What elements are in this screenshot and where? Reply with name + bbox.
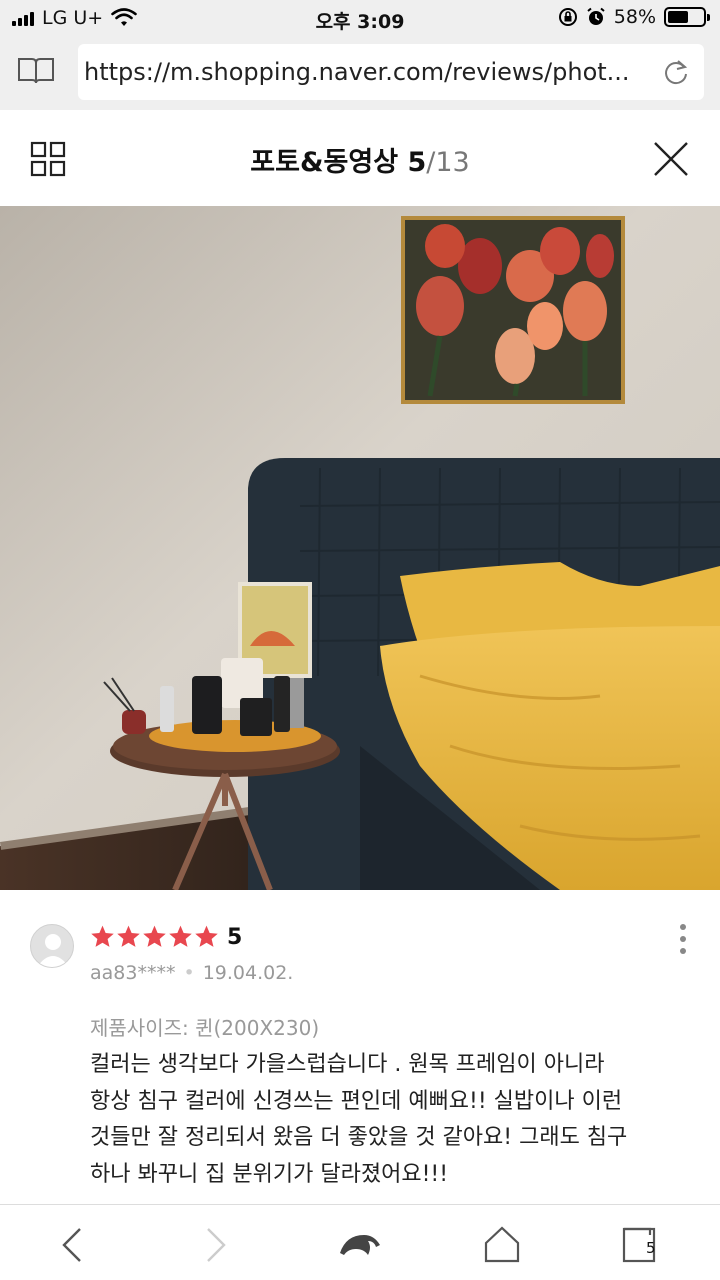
review-card: 5 aa83**** • 19.04.02. 제품사이즈: 퀸(200X230) 컬… (0, 890, 720, 1204)
review-body: 컬러는 생각보다 가을스럽습니다 . 원목 프레임이 아니라 항상 침구 컬러에… (90, 1047, 700, 1193)
battery-fill (668, 11, 688, 23)
reload-icon[interactable] (662, 58, 690, 86)
bedroom-photo (0, 206, 720, 890)
star-icon (143, 925, 166, 947)
review-photo[interactable] (0, 206, 720, 890)
page-title: 포토&동영상 5/13 (0, 140, 720, 179)
viewer-title: 포토&동영상 (250, 147, 399, 178)
product-option: 제품사이즈: 퀸(200X230) (90, 1016, 320, 1040)
home-icon[interactable] (480, 1223, 524, 1267)
tabs-button[interactable]: 5 (620, 1223, 664, 1267)
star-icon (195, 925, 218, 947)
review-line: 컬러는 생각보다 가을스럽습니다 . 원목 프레임이 아니라 (90, 1052, 605, 1077)
whale-icon[interactable] (338, 1223, 382, 1267)
review-date: 19.04.02. (202, 962, 294, 984)
user-icon (37, 934, 69, 967)
status-bar: LG U+ 오후 3:09 58% (0, 0, 720, 38)
chevron-left-icon[interactable] (50, 1223, 94, 1267)
star-icon (91, 925, 114, 947)
more-options-icon[interactable] (680, 924, 690, 954)
avatar[interactable] (30, 924, 74, 968)
review-line: 항상 침구 컬러에 신경쓰는 편인데 예뻐요!! 실밥이나 이런 (90, 1088, 623, 1114)
review-meta: aa83**** • 19.04.02. (90, 962, 293, 984)
chevron-right-icon[interactable] (194, 1223, 238, 1267)
meta-separator: • (183, 962, 195, 984)
battery-percent: 58% (613, 6, 656, 28)
review-line: 하나 봐꾸니 집 분위기가 달라졌어요!!! (90, 1161, 449, 1187)
star-icon (169, 925, 192, 947)
star-rating (90, 924, 219, 949)
battery-icon (664, 7, 710, 27)
reviewer-id: aa83**** (90, 962, 176, 984)
url-text[interactable]: https://m.shopping.naver.com/reviews/pho… (84, 58, 644, 86)
tabs-icon (622, 1227, 656, 1263)
star-icon (117, 925, 140, 947)
total-count: /13 (426, 147, 470, 178)
alarm-icon (587, 7, 605, 25)
browser-toolbar: 5 (0, 1204, 720, 1280)
close-icon[interactable] (653, 141, 689, 177)
book-icon[interactable] (17, 56, 55, 86)
current-index: 5 (407, 147, 427, 178)
url-field[interactable]: https://m.shopping.naver.com/reviews/pho… (78, 44, 704, 100)
rotation-lock-icon (558, 8, 577, 26)
tab-count: 5 (646, 1239, 656, 1257)
rating-value: 5 (227, 925, 243, 950)
address-bar-area: https://m.shopping.naver.com/reviews/pho… (0, 38, 720, 110)
review-viewer-header: 포토&동영상 5/13 (0, 110, 720, 206)
review-line: 것들만 잘 정리되서 왔음 더 좋았을 것 같아요! 그래도 침구 (90, 1125, 628, 1150)
